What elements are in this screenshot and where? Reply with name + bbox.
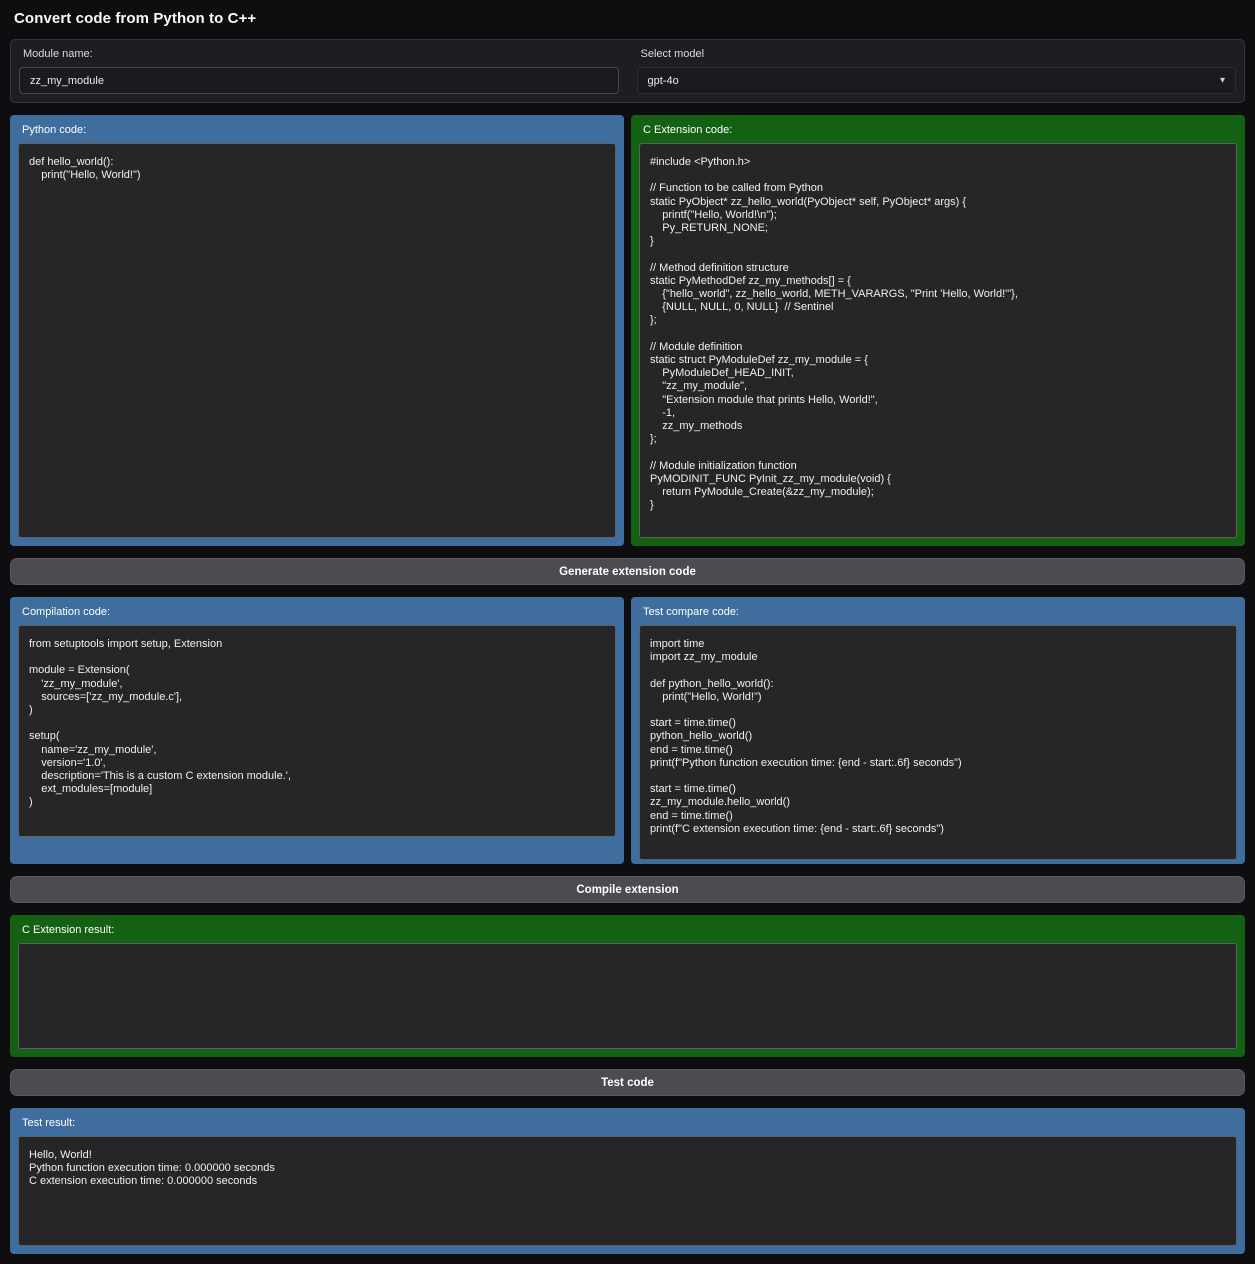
module-name-label: Module name: xyxy=(19,46,619,62)
c-extension-code-label: C Extension code: xyxy=(639,123,1237,143)
python-code-text: def hello_world(): print("Hello, World!"… xyxy=(29,156,605,182)
python-code-label: Python code: xyxy=(18,123,616,143)
c-extension-code-panel: C Extension code: #include <Python.h> //… xyxy=(631,115,1245,546)
c-extension-code-editor[interactable]: #include <Python.h> // Function to be ca… xyxy=(639,143,1237,538)
module-name-input[interactable] xyxy=(19,67,619,94)
test-compare-code-label: Test compare code: xyxy=(639,605,1237,625)
compilation-code-panel: Compilation code: from setuptools import… xyxy=(10,597,624,864)
python-code-editor[interactable]: def hello_world(): print("Hello, World!"… xyxy=(18,143,616,538)
page-title: Convert code from Python to C++ xyxy=(10,8,1245,27)
code-row-source: Python code: def hello_world(): print("H… xyxy=(10,115,1245,546)
generate-extension-code-button[interactable]: Generate extension code xyxy=(10,558,1245,585)
model-select-value: gpt-4o xyxy=(648,75,679,87)
test-result-label: Test result: xyxy=(18,1116,1237,1136)
c-extension-result-panel: C Extension result: xyxy=(10,915,1245,1057)
c-extension-result-label: C Extension result: xyxy=(18,923,1237,943)
c-extension-code-text: #include <Python.h> // Function to be ca… xyxy=(650,156,1226,512)
model-select[interactable]: gpt-4o ▾ xyxy=(637,67,1237,94)
model-select-label: Select model xyxy=(637,46,1237,62)
c-extension-result-output[interactable] xyxy=(18,943,1237,1049)
test-result-panel: Test result: Hello, World! Python functi… xyxy=(10,1108,1245,1254)
compilation-code-label: Compilation code: xyxy=(18,605,616,625)
compile-extension-button[interactable]: Compile extension xyxy=(10,876,1245,903)
app-page: Convert code from Python to C++ Module n… xyxy=(0,0,1255,1264)
compilation-code-editor[interactable]: from setuptools import setup, Extension … xyxy=(18,625,616,837)
test-result-text: Hello, World! Python function execution … xyxy=(29,1149,1226,1189)
python-code-panel: Python code: def hello_world(): print("H… xyxy=(10,115,624,546)
compilation-code-text: from setuptools import setup, Extension … xyxy=(29,638,605,810)
module-name-field-group: Module name: xyxy=(19,46,619,94)
test-compare-code-text: import time import zz_my_module def pyth… xyxy=(650,638,1226,836)
test-code-button[interactable]: Test code xyxy=(10,1069,1245,1096)
test-compare-code-editor[interactable]: import time import zz_my_module def pyth… xyxy=(639,625,1237,860)
code-row-build-test: Compilation code: from setuptools import… xyxy=(10,597,1245,864)
test-result-output[interactable]: Hello, World! Python function execution … xyxy=(18,1136,1237,1246)
test-compare-code-panel: Test compare code: import time import zz… xyxy=(631,597,1245,864)
chevron-down-icon: ▾ xyxy=(1220,75,1225,86)
model-select-group: Select model gpt-4o ▾ xyxy=(637,46,1237,94)
settings-row: Module name: Select model gpt-4o ▾ xyxy=(10,39,1245,103)
